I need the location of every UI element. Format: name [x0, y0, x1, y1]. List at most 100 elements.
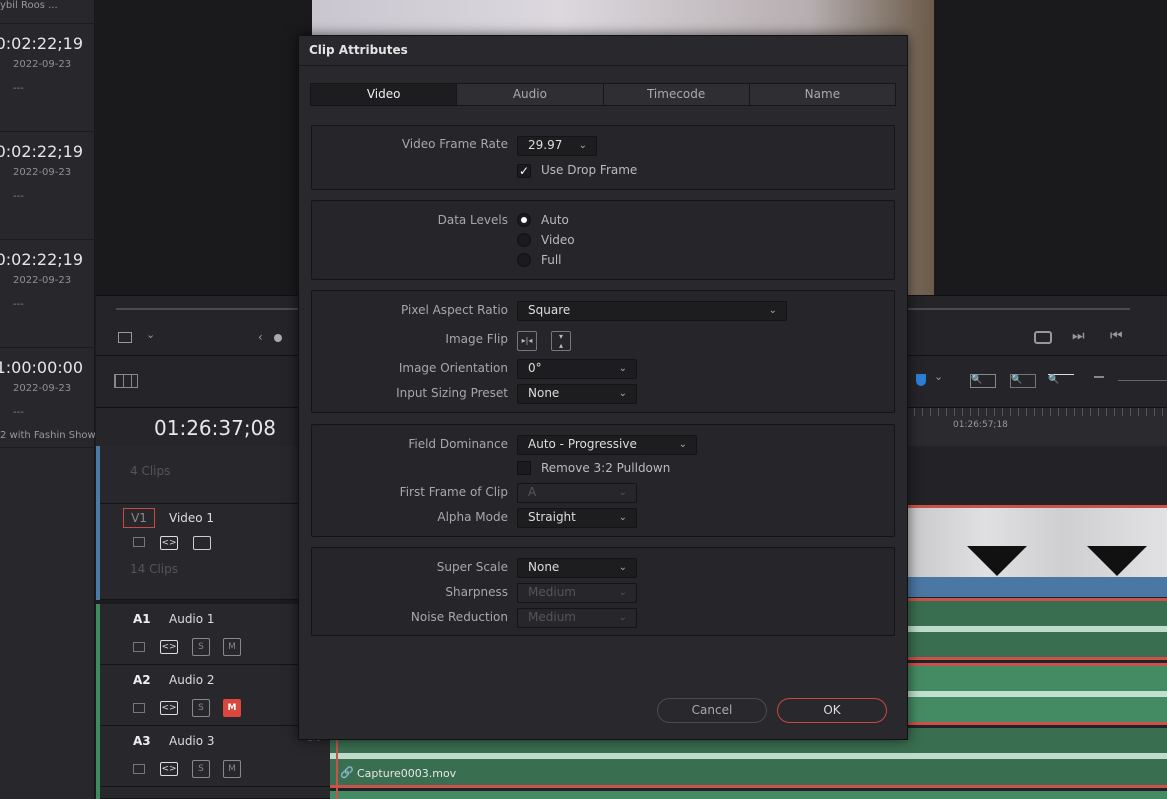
- dot-icon[interactable]: [274, 334, 282, 342]
- media-clip-row[interactable]: 20:02:22;19 2022-09-23 ---: [0, 240, 95, 348]
- tab-name[interactable]: Name: [750, 84, 895, 105]
- marker-flag-icon[interactable]: [916, 374, 926, 386]
- chevron-down-icon: ⌄: [618, 587, 627, 598]
- zoom-full-icon[interactable]: 🔍: [970, 374, 996, 388]
- alpha-mode-label: Alpha Mode: [437, 510, 508, 524]
- selected-value: 29.97: [528, 138, 563, 152]
- track-name[interactable]: Audio 2: [169, 673, 215, 687]
- track-name[interactable]: Video 1: [169, 511, 214, 525]
- pixel-aspect-ratio-label: Pixel Aspect Ratio: [401, 303, 508, 317]
- noise-reduction-label: Noise Reduction: [410, 610, 508, 624]
- media-clip-row[interactable]: 01:00:00:00 2022-09-23 --- 2 with Fashin…: [0, 348, 95, 448]
- image-group: Pixel Aspect Ratio Square ⌄ Image Flip ▸|…: [311, 290, 895, 413]
- video-frame-rate-select[interactable]: 29.97 ⌄: [517, 136, 597, 156]
- sharpness-select[interactable]: Medium ⌄: [517, 583, 637, 603]
- lock-icon[interactable]: [133, 703, 145, 713]
- clip-date: 2022-09-23: [13, 167, 72, 178]
- track-id: A2: [133, 673, 151, 687]
- mute-button[interactable]: M: [223, 638, 241, 656]
- playhead[interactable]: [336, 735, 338, 799]
- mute-button-active[interactable]: M: [223, 699, 241, 717]
- chevron-down-icon[interactable]: ⌄: [934, 370, 943, 383]
- noise-reduction-select[interactable]: Medium ⌄: [517, 608, 637, 628]
- ok-button[interactable]: OK: [777, 698, 887, 723]
- video-clip-thumbnails[interactable]: [907, 508, 1167, 577]
- auto-select-icon[interactable]: <>: [160, 701, 178, 715]
- radio-auto[interactable]: [517, 213, 531, 227]
- media-clip-row[interactable]: 20:02:22;19 2022-09-23 ---: [0, 24, 95, 132]
- auto-select-icon[interactable]: <>: [160, 536, 178, 550]
- use-drop-frame-label: Use Drop Frame: [541, 163, 638, 177]
- image-orientation-select[interactable]: 0° ⌄: [517, 359, 637, 379]
- audio-clip-a1[interactable]: [907, 598, 1167, 660]
- audio-clip-name: Capture0003.mov: [357, 767, 457, 780]
- chevron-down-icon: ⌄: [618, 612, 627, 623]
- audio-clip-a4[interactable]: [330, 791, 1167, 799]
- prev-frame-icon[interactable]: ⏮: [1110, 328, 1123, 344]
- field-dominance-label: Field Dominance: [408, 437, 508, 451]
- remove-pulldown-checkbox[interactable]: [517, 461, 531, 475]
- selected-value: Medium: [528, 610, 576, 624]
- tab-timecode[interactable]: Timecode: [604, 84, 750, 105]
- tab-audio[interactable]: Audio: [457, 84, 604, 105]
- chevron-down-icon[interactable]: ⌄: [146, 328, 155, 341]
- zoom-custom-icon[interactable]: 🔍: [1048, 374, 1074, 388]
- audio-clip-a2[interactable]: [907, 663, 1167, 725]
- selected-value: None: [528, 560, 560, 574]
- selected-value: Auto - Progressive: [528, 437, 637, 451]
- zoom-out-icon[interactable]: [1094, 376, 1104, 378]
- radio-video[interactable]: [517, 233, 531, 247]
- media-clip-row[interactable]: 20:02:22;19 2022-09-23 ---: [0, 132, 95, 240]
- video-clip-bar[interactable]: [907, 577, 1167, 597]
- mute-button[interactable]: M: [223, 760, 241, 778]
- chevron-down-icon: ⌄: [618, 388, 627, 399]
- image-flip-label: Image Flip: [445, 332, 508, 346]
- first-frame-select[interactable]: A ⌄: [517, 483, 637, 503]
- solo-button[interactable]: S: [192, 760, 210, 778]
- next-frame-icon[interactable]: ⏭: [1072, 328, 1085, 344]
- zoom-detail-icon[interactable]: 🔍: [1010, 374, 1036, 388]
- input-sizing-preset-select[interactable]: None ⌄: [517, 384, 637, 404]
- timeline-view-icon[interactable]: [114, 374, 138, 388]
- auto-select-icon[interactable]: <>: [160, 762, 178, 776]
- clip-timecode: 20:02:22;19: [0, 34, 83, 53]
- media-pool-panel: ybil Roos ... 20:02:22;19 2022-09-23 ---…: [0, 0, 95, 799]
- radio-full[interactable]: [517, 253, 531, 267]
- solo-button[interactable]: S: [192, 638, 210, 656]
- radio-auto-label: Auto: [541, 213, 569, 227]
- field-dominance-select[interactable]: Auto - Progressive ⌄: [517, 435, 697, 455]
- track-name[interactable]: Audio 3: [169, 734, 215, 748]
- radio-video-label: Video: [541, 233, 575, 247]
- pixel-aspect-ratio-select[interactable]: Square ⌄: [517, 301, 787, 321]
- video-enable-icon[interactable]: [193, 536, 211, 550]
- track-header-v1: V1 Video 1 <> 14 Clips: [100, 504, 330, 600]
- chevron-down-icon: ⌄: [618, 487, 627, 498]
- lock-icon[interactable]: [133, 764, 145, 774]
- auto-select-icon[interactable]: <>: [160, 640, 178, 654]
- link-icon: 🔗: [340, 766, 354, 779]
- remove-pulldown-label: Remove 3:2 Pulldown: [541, 461, 671, 475]
- viewer-size-icon[interactable]: [118, 332, 132, 343]
- clip-date: 2022-09-23: [13, 59, 72, 70]
- prev-icon[interactable]: ‹: [258, 330, 263, 344]
- cancel-button[interactable]: Cancel: [657, 698, 767, 723]
- timecode-display: 01:26:37;08: [96, 407, 330, 446]
- flip-vertical-icon[interactable]: ▾ ▴: [551, 331, 571, 351]
- super-scale-select[interactable]: None ⌄: [517, 558, 637, 578]
- solo-button[interactable]: S: [192, 699, 210, 717]
- flip-horizontal-icon[interactable]: ▸|◂: [517, 331, 537, 351]
- zoom-slider[interactable]: [1118, 380, 1167, 381]
- alpha-mode-select[interactable]: Straight ⌄: [517, 508, 637, 528]
- track-id-v1[interactable]: V1: [123, 508, 155, 528]
- lock-icon[interactable]: [133, 642, 145, 652]
- lock-icon[interactable]: [133, 537, 145, 547]
- clip-timecode: 01:00:00:00: [0, 358, 83, 377]
- input-sizing-preset-label: Input Sizing Preset: [396, 386, 508, 400]
- clip-extra: ---: [13, 299, 24, 310]
- use-drop-frame-checkbox[interactable]: ✓: [517, 164, 531, 178]
- track-header-a4: [100, 787, 330, 799]
- image-flip-buttons: ▸|◂ ▾ ▴: [517, 331, 577, 351]
- tab-video[interactable]: Video: [311, 84, 458, 105]
- track-name[interactable]: Audio 1: [169, 612, 215, 626]
- loop-icon[interactable]: [1034, 331, 1052, 344]
